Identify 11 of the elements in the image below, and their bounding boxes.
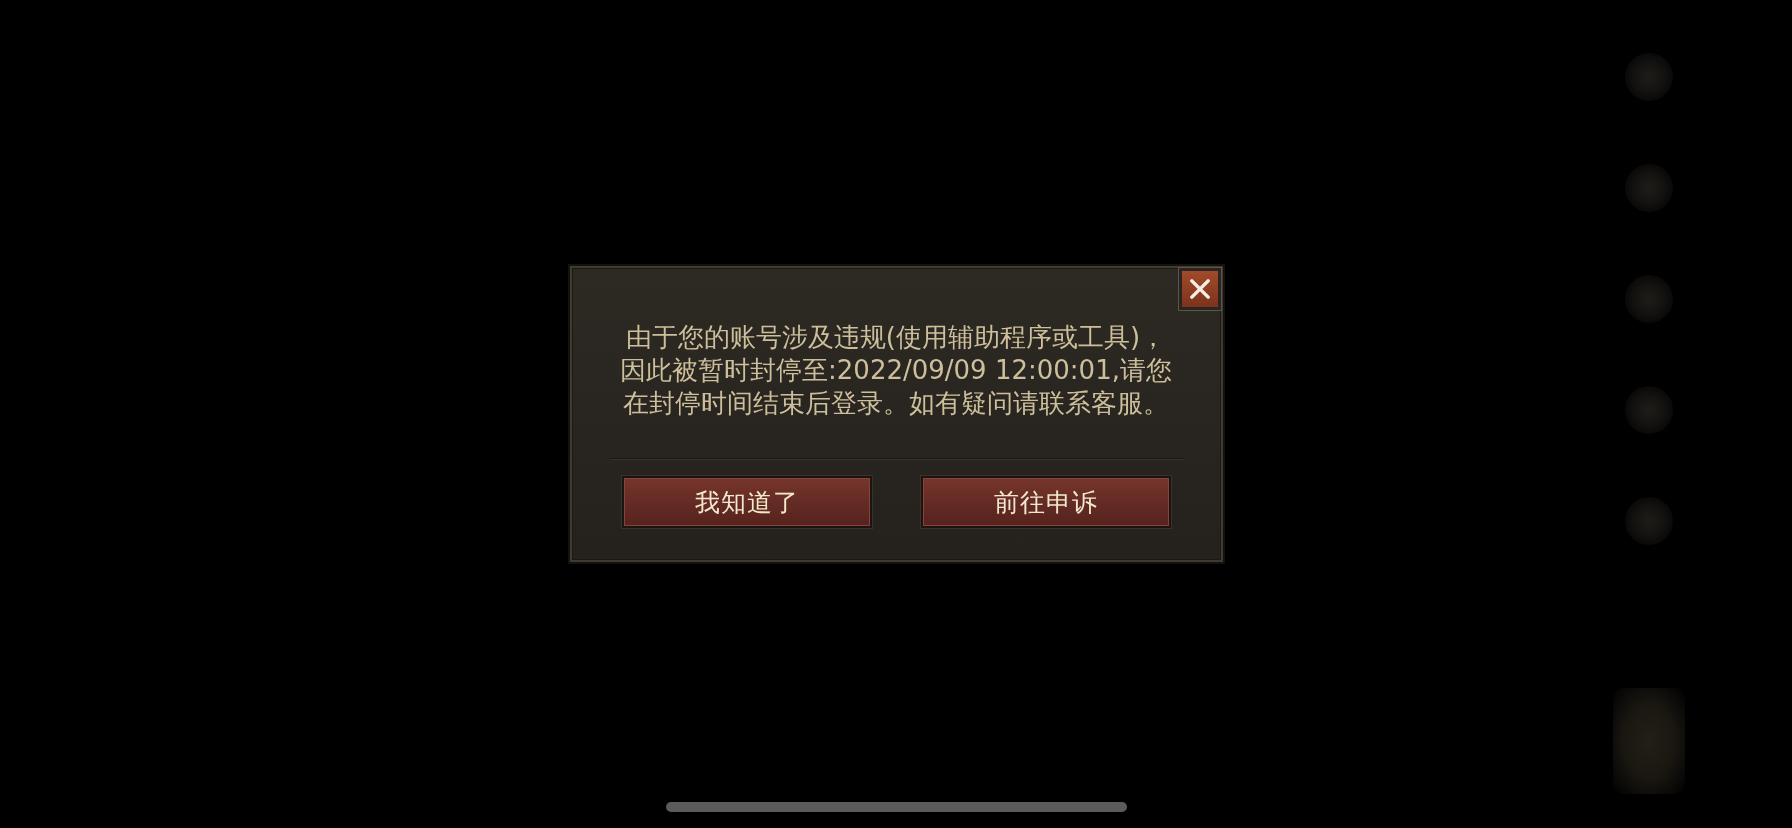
message-text: 由于您的账号涉及违规(使用辅助程序或工具)，因此被暂时封停至:2022/09/09 12:00:01,请您在封停时间结束后登录。如有疑问请联系客服。 (619, 321, 1173, 420)
close-button[interactable] (1178, 268, 1221, 310)
action-button[interactable]: 我知道了 (621, 476, 872, 528)
circle-icon (1625, 275, 1673, 323)
circle-icon (1625, 386, 1673, 434)
square-icon (1613, 688, 1685, 794)
close-icon (1189, 279, 1210, 299)
circle-icon (1625, 497, 1673, 545)
circle-icon (1625, 164, 1673, 212)
action-button[interactable]: 前往申诉 (920, 476, 1171, 528)
circle-icon (1625, 53, 1673, 101)
